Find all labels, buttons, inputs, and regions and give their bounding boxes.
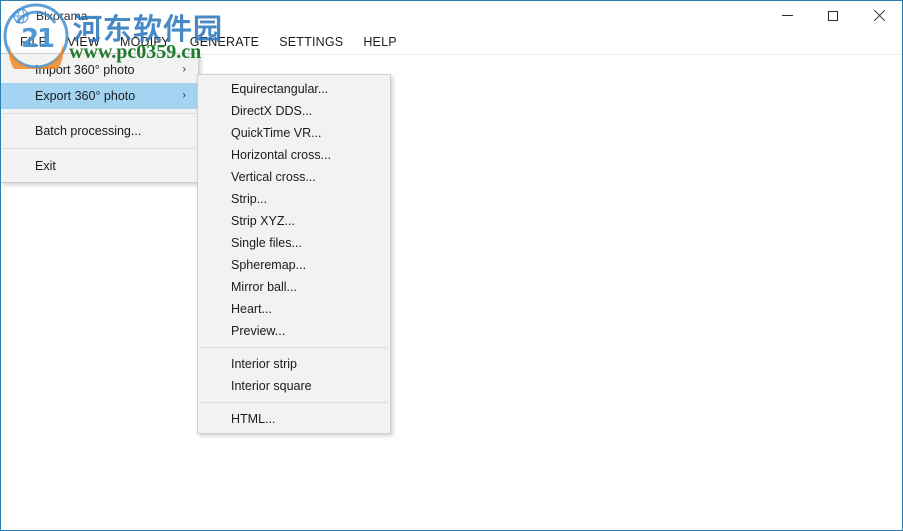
menu-item-label: Horizontal cross...	[231, 148, 332, 162]
submenu-item-single-files[interactable]: Single files...	[198, 232, 390, 254]
menu-item-export-360-photo[interactable]: Export 360° photo ›	[1, 83, 198, 109]
submenu-item-mirror-ball[interactable]: Mirror ball...	[198, 276, 390, 298]
menu-item-label: Export 360° photo	[35, 89, 136, 103]
submenu-item-horizontal-cross[interactable]: Horizontal cross...	[198, 144, 390, 166]
window-title: Bixorama	[36, 8, 88, 23]
menu-item-label: Preview...	[231, 324, 286, 338]
menu-item-import-360-photo[interactable]: Import 360° photo ›	[1, 57, 198, 83]
submenu-item-directx-dds[interactable]: DirectX DDS...	[198, 100, 390, 122]
close-button[interactable]	[856, 1, 902, 30]
window-controls	[764, 1, 902, 30]
menu-item-label: Spheremap...	[231, 258, 307, 272]
minimize-button[interactable]	[764, 1, 810, 30]
title-bar: Bixorama	[1, 1, 902, 30]
submenu-item-heart[interactable]: Heart...	[198, 298, 390, 320]
menu-item-label: Vertical cross...	[231, 170, 316, 184]
menubar-item-modify[interactable]: MODIFY	[110, 32, 180, 53]
maximize-button[interactable]	[810, 1, 856, 30]
menu-separator	[200, 347, 388, 348]
menu-separator	[3, 113, 196, 114]
minimize-icon	[781, 15, 793, 16]
submenu-item-strip-xyz[interactable]: Strip XYZ...	[198, 210, 390, 232]
menu-item-label: Strip XYZ...	[231, 214, 295, 228]
menu-item-label: Mirror ball...	[231, 280, 297, 294]
menubar-item-generate[interactable]: GENERATE	[180, 32, 269, 53]
chevron-right-icon: ›	[182, 89, 186, 102]
menu-item-label: Interior square	[231, 379, 312, 393]
menu-item-batch-processing[interactable]: Batch processing...	[1, 118, 198, 144]
submenu-item-quicktime-vr[interactable]: QuickTime VR...	[198, 122, 390, 144]
close-icon	[873, 10, 885, 22]
submenu-item-spheremap[interactable]: Spheremap...	[198, 254, 390, 276]
submenu-item-interior-square[interactable]: Interior square	[198, 375, 390, 397]
submenu-item-strip[interactable]: Strip...	[198, 188, 390, 210]
menu-item-label: Interior strip	[231, 357, 297, 371]
menu-separator	[200, 402, 388, 403]
menu-item-label: Heart...	[231, 302, 272, 316]
menu-item-label: Exit	[35, 159, 56, 173]
menubar-item-file[interactable]: FILE	[10, 32, 57, 53]
menu-item-label: DirectX DDS...	[231, 104, 313, 118]
submenu-item-preview[interactable]: Preview...	[198, 320, 390, 342]
submenu-item-vertical-cross[interactable]: Vertical cross...	[198, 166, 390, 188]
menu-item-label: QuickTime VR...	[231, 126, 322, 140]
application-window: Bixorama FILE VIEW MODIFY GENERATE SETTI…	[0, 0, 903, 531]
submenu-item-html[interactable]: HTML...	[198, 408, 390, 430]
menu-item-label: Strip...	[231, 192, 268, 206]
maximize-icon	[828, 10, 838, 21]
menubar-item-help[interactable]: HELP	[353, 32, 406, 53]
menu-item-label: HTML...	[231, 412, 276, 426]
menu-separator	[3, 148, 196, 149]
file-dropdown-menu: Import 360° photo › Export 360° photo › …	[1, 53, 199, 183]
menu-item-label: Batch processing...	[35, 124, 142, 138]
submenu-item-equirectangular[interactable]: Equirectangular...	[198, 78, 390, 100]
menu-item-label: Equirectangular...	[231, 82, 329, 96]
menu-item-exit[interactable]: Exit	[1, 153, 198, 179]
menu-bar: FILE VIEW MODIFY GENERATE SETTINGS HELP	[1, 30, 902, 55]
menu-item-label: Single files...	[231, 236, 302, 250]
menu-item-label: Import 360° photo	[35, 63, 135, 77]
app-globe-icon	[13, 7, 29, 24]
menubar-item-view[interactable]: VIEW	[57, 32, 110, 53]
export-360-photo-submenu: Equirectangular... DirectX DDS... QuickT…	[197, 74, 391, 434]
submenu-item-interior-strip[interactable]: Interior strip	[198, 353, 390, 375]
chevron-right-icon: ›	[182, 63, 186, 76]
menubar-item-settings[interactable]: SETTINGS	[269, 32, 353, 53]
